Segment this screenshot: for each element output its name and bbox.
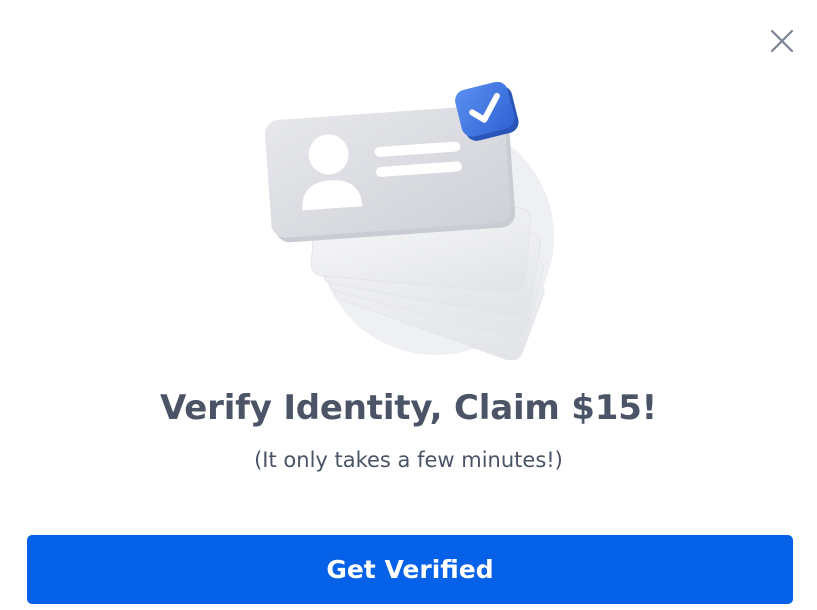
id-card-verified-icon — [265, 82, 554, 360]
modal-title: Verify Identity, Claim $15! — [160, 388, 657, 428]
modal-subtitle: (It only takes a few minutes!) — [254, 448, 563, 472]
get-verified-button[interactable]: Get Verified — [27, 535, 793, 604]
close-icon[interactable] — [768, 27, 796, 55]
verify-identity-modal: Verify Identity, Claim $15! (It only tak… — [0, 0, 817, 610]
